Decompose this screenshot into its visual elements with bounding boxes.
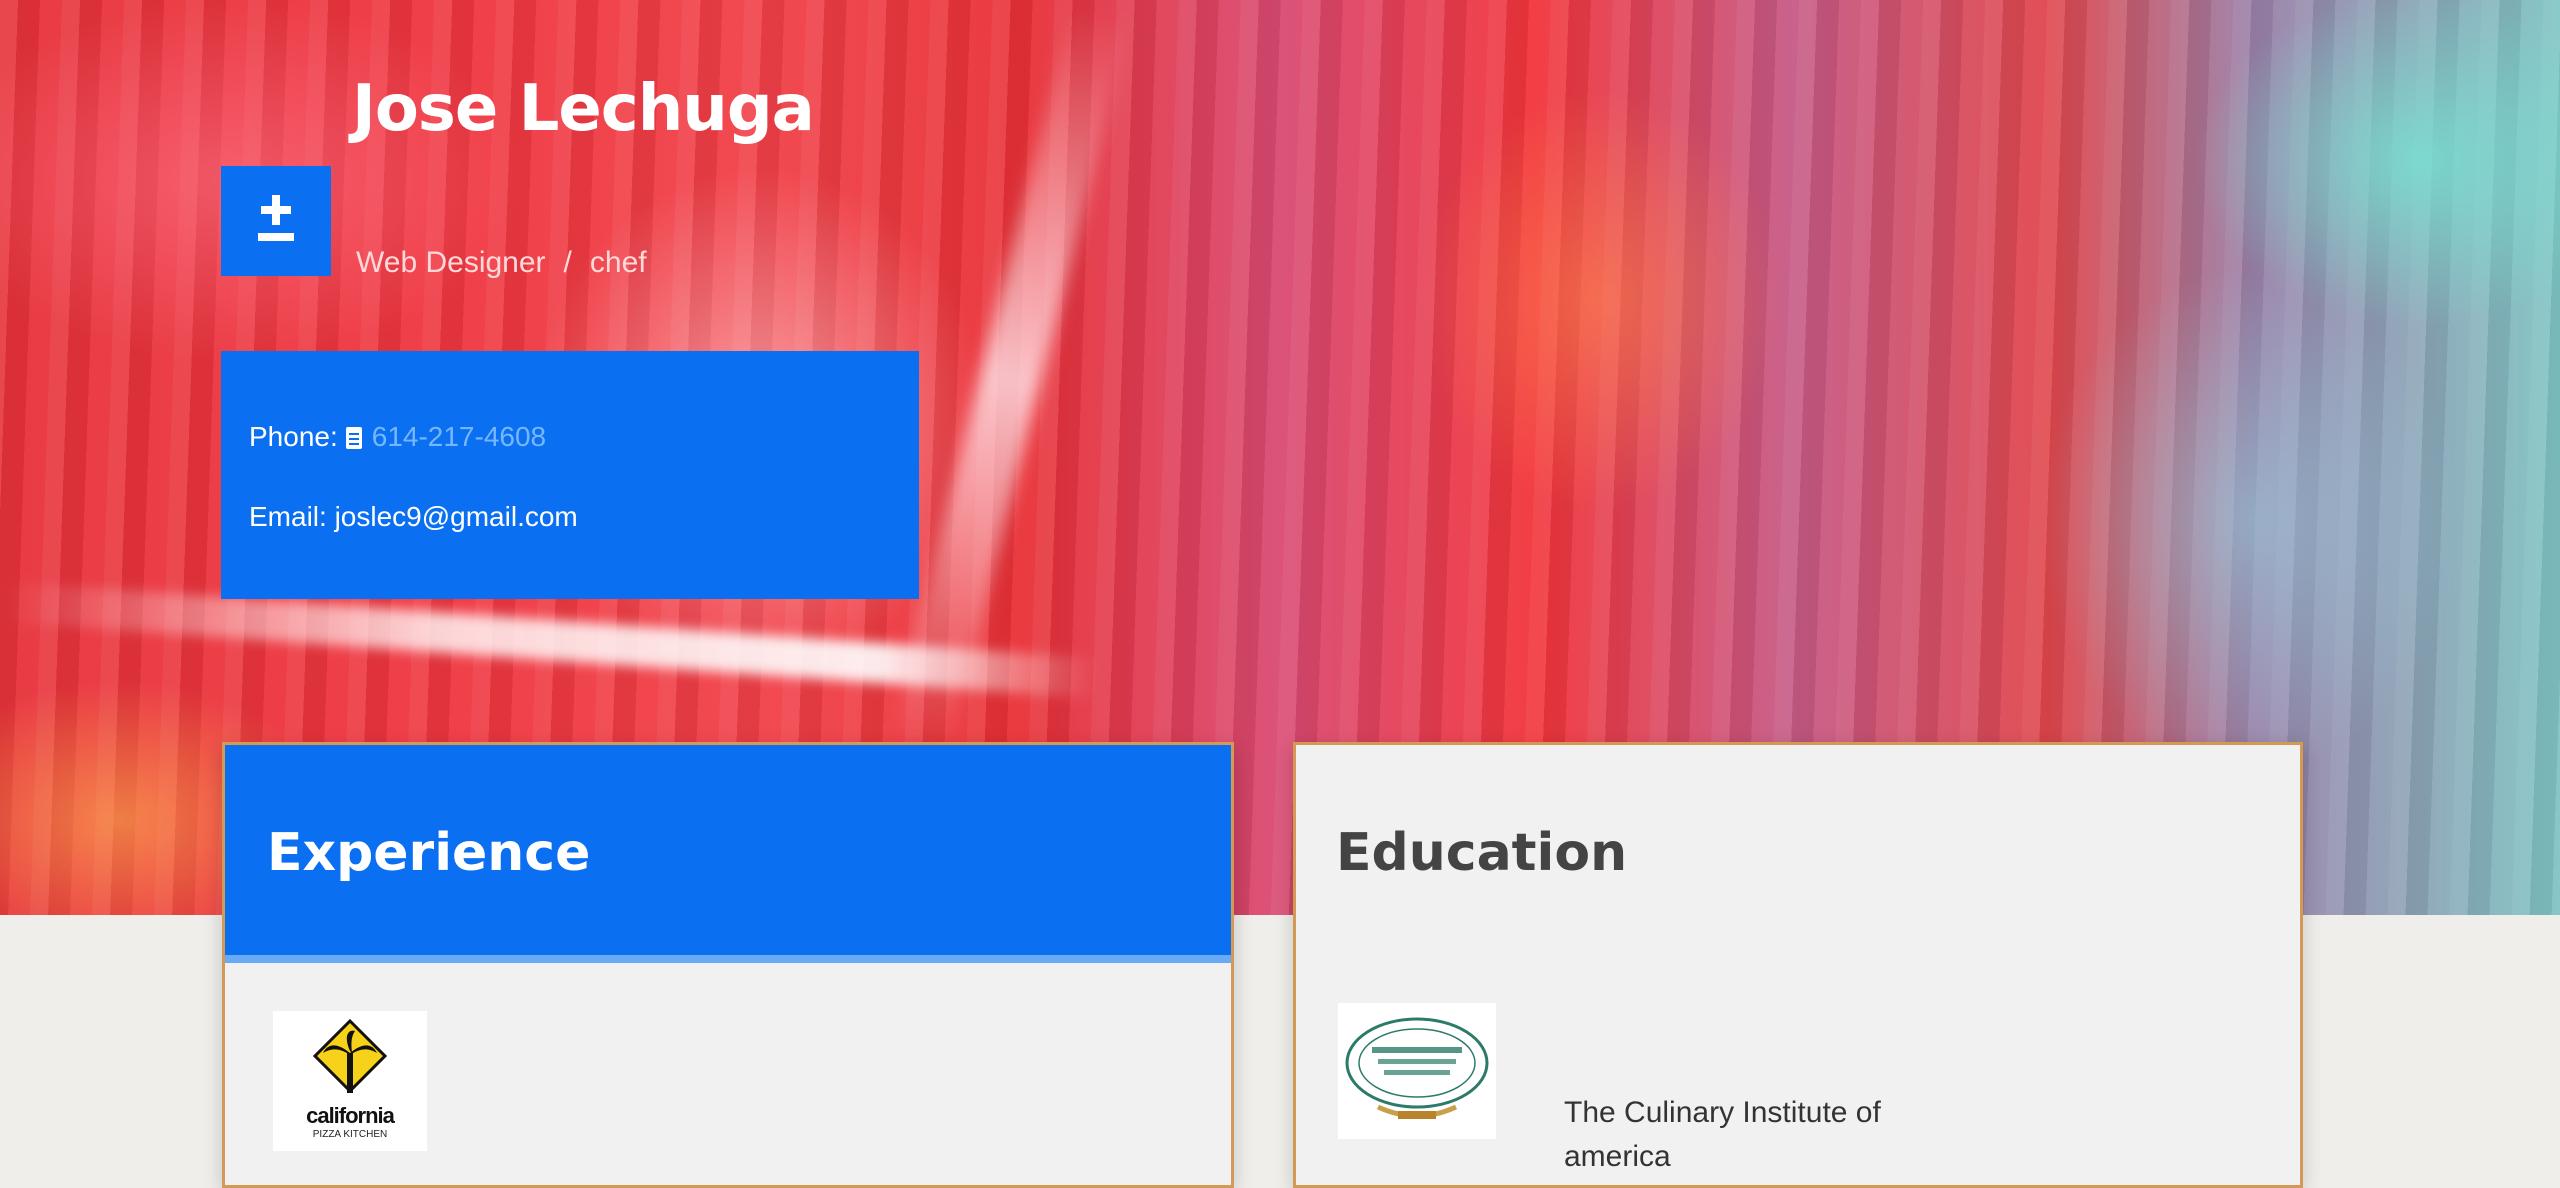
- logo-text: california: [306, 1103, 395, 1128]
- profile-role: Web Designer / chef: [356, 246, 647, 280]
- palm-tree-icon: [312, 1018, 388, 1094]
- culinary-institute-logo: [1338, 1003, 1496, 1139]
- role-secondary: chef: [589, 246, 647, 279]
- experience-title: Experience: [267, 823, 591, 883]
- education-title: Education: [1336, 823, 1628, 883]
- contact-email-row: Email: joslec9@gmail.com: [249, 501, 578, 533]
- document-icon: [345, 427, 362, 449]
- role-primary: Web Designer: [356, 246, 546, 279]
- expand-toggle-button[interactable]: [221, 166, 331, 276]
- experience-card: Experience california PIZZA KITCHEN: [222, 742, 1234, 1188]
- email-label: Email:: [249, 501, 327, 532]
- plus-minus-icon: [258, 195, 294, 241]
- contact-phone-row: Phone: 614-217-4608: [249, 421, 546, 453]
- logo-subtext: PIZZA KITCHEN: [312, 1129, 388, 1140]
- california-pizza-kitchen-logo: california PIZZA KITCHEN: [273, 1011, 427, 1151]
- education-card: Education The Culinary Institute of amer…: [1293, 742, 2303, 1188]
- experience-card-header: Experience: [225, 745, 1231, 963]
- role-separator: /: [563, 246, 572, 279]
- phone-link[interactable]: 614-217-4608: [372, 421, 546, 452]
- contact-box: Phone: 614-217-4608 Email: joslec9@gmail.…: [221, 351, 919, 599]
- school-name: The Culinary Institute of america: [1564, 1096, 1881, 1173]
- hero-paint-streak-vertical: [888, 4, 1132, 756]
- email-value[interactable]: joslec9@gmail.com: [335, 501, 578, 532]
- profile-name: Jose Lechuga: [352, 72, 815, 146]
- phone-label: Phone:: [249, 421, 338, 452]
- culinary-institute-seal-icon: [1345, 1017, 1489, 1119]
